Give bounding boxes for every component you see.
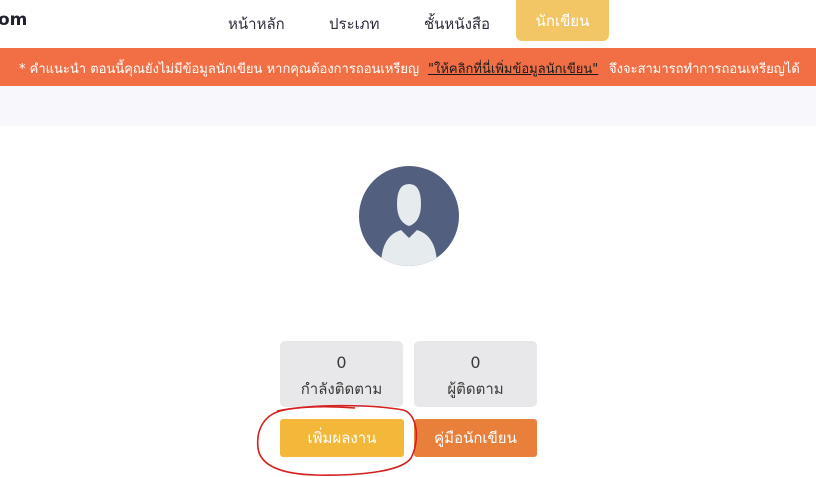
nav-categories[interactable]: ประเภท xyxy=(329,12,380,36)
followers-label: ผู้ติดตาม xyxy=(447,380,504,398)
user-avatar-icon xyxy=(359,166,459,266)
notice-banner: * คำแนะนำ ตอนนี้คุณยังไม่มีข้อมูลนักเขีย… xyxy=(0,48,816,86)
writer-guide-label: คู่มือนักเขียน xyxy=(434,429,517,447)
site-logo-text[interactable]: om xyxy=(0,10,27,30)
followers-count: 0 xyxy=(470,353,481,372)
add-work-button[interactable]: เพิ่มผลงาน xyxy=(280,419,404,457)
nav-writer-label: นักเขียน xyxy=(535,11,590,30)
writer-guide-button[interactable]: คู่มือนักเขียน xyxy=(414,419,537,457)
following-stat[interactable]: 0 กำลังติดตาม xyxy=(280,341,403,407)
notice-add-writer-link[interactable]: "ให้คลิกที่นี่เพิ่มข้อมูลนักเขียน" xyxy=(428,58,598,79)
followers-stat[interactable]: 0 ผู้ติดตาม xyxy=(414,341,537,407)
top-navbar: om หน้าหลัก ประเภท ชั้นหนังสือ นักเขียน xyxy=(0,0,816,48)
following-count: 0 xyxy=(336,353,347,372)
notice-suffix: จึงจะสามารถทำการถอนเหรียญได้ xyxy=(609,62,800,77)
add-work-label: เพิ่มผลงาน xyxy=(307,429,377,447)
profile-header-band xyxy=(0,86,816,126)
nav-writer-active[interactable]: นักเขียน xyxy=(516,0,609,41)
following-label: กำลังติดตาม xyxy=(300,380,383,398)
notice-prefix: * คำแนะนำ ตอนนี้คุณยังไม่มีข้อมูลนักเขีย… xyxy=(19,62,420,77)
nav-bookshelf[interactable]: ชั้นหนังสือ xyxy=(424,12,490,36)
nav-home[interactable]: หน้าหลัก xyxy=(228,12,285,36)
